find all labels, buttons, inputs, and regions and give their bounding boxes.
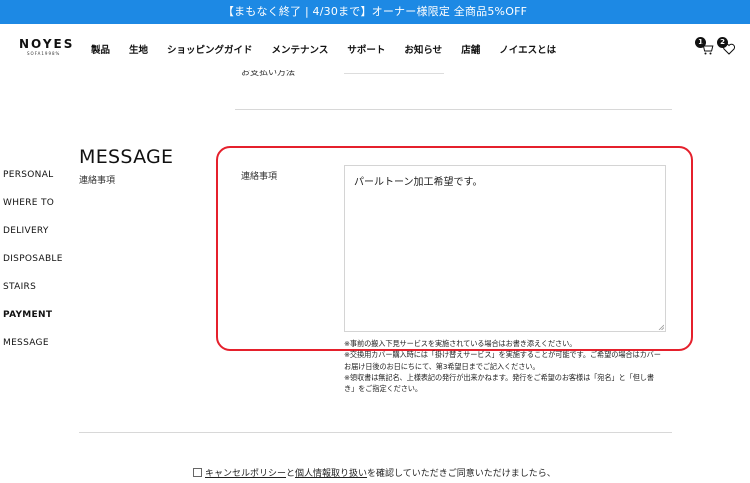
privacy-policy-link[interactable]: 個人情報取り扱い xyxy=(295,469,367,479)
highlight-box xyxy=(216,146,693,351)
consent-row: キャンセルポリシーと個人情報取り扱いを確認していただきご同意いただけましたら、 xyxy=(193,466,556,479)
step-message[interactable]: MESSAGE xyxy=(3,338,49,348)
nav-item-support[interactable]: サポート xyxy=(347,42,385,56)
step-where-to[interactable]: WHERE TO xyxy=(3,198,54,208)
logo-subtext: SOFA1998% xyxy=(27,51,61,56)
note-line: ※領収書は無記名、上様表記の発行が出来かねます。発行をご希望のお客様は「宛名」と… xyxy=(344,372,654,382)
section-divider xyxy=(235,109,672,110)
nav-item-news[interactable]: お知らせ xyxy=(404,42,442,56)
promo-banner[interactable]: 【まもなく終了 | 4/30まで】オーナー様限定 全商品5%OFF xyxy=(0,0,750,24)
section-title: MESSAGE xyxy=(79,146,174,168)
step-payment[interactable]: PAYMENT xyxy=(3,310,52,320)
cancel-policy-link[interactable]: キャンセルポリシー xyxy=(205,469,286,479)
step-disposable[interactable]: DISPOSABLE xyxy=(3,254,63,264)
nav-item-about[interactable]: ノイエスとは xyxy=(499,42,556,56)
nav-item-products[interactable]: 製品 xyxy=(91,42,110,56)
note-line: き」をご指定ください。 xyxy=(344,384,422,394)
logo[interactable]: NOYES SOFA1998% xyxy=(19,37,75,57)
step-personal[interactable]: PERSONAL xyxy=(3,170,53,180)
section-subtitle: 連絡事項 xyxy=(79,176,116,186)
nav-item-maintenance[interactable]: メンテナンス xyxy=(272,42,329,56)
consent-conjunction: と xyxy=(286,469,296,479)
cart-icon[interactable] xyxy=(700,42,714,56)
nav-item-fabric[interactable]: 生地 xyxy=(129,42,148,56)
note-line: お届け日後のお日にちにて、第3希望日までご記入ください。 xyxy=(344,361,540,371)
message-notes: ※事前の搬入下見サービスを実施されている場合はお書き添えください。 ※交換用カバ… xyxy=(344,338,674,394)
consent-text: キャンセルポリシーと個人情報取り扱いを確認していただきご同意いただけましたら、 xyxy=(205,466,556,479)
consent-rest-text: を確認していただきご同意いただけましたら、 xyxy=(367,469,556,479)
payment-method-label: お支払い方法 xyxy=(241,70,296,78)
site-header: NOYES SOFA1998% 製品 生地 ショッピングガイド メンテナンス サ… xyxy=(0,24,750,70)
nav-item-stores[interactable]: 店舗 xyxy=(461,42,480,56)
payment-field-edge xyxy=(344,73,444,74)
form-divider xyxy=(79,432,672,433)
step-stairs[interactable]: STAIRS xyxy=(3,282,36,292)
main-nav: 製品 生地 ショッピングガイド メンテナンス サポート お知らせ 店舗 ノイエス… xyxy=(91,42,575,56)
consent-checkbox[interactable] xyxy=(193,468,202,477)
note-line: ※事前の搬入下見サービスを実施されている場合はお書き添えください。 xyxy=(344,339,577,348)
step-delivery[interactable]: DELIVERY xyxy=(3,226,49,236)
note-line: ※交換用カバー購入時には「掛け替えサービス」を実施することが可能です。ご希望の場… xyxy=(344,350,661,360)
heart-icon[interactable] xyxy=(722,42,736,56)
logo-text: NOYES xyxy=(19,37,75,51)
nav-item-shopping-guide[interactable]: ショッピングガイド xyxy=(167,42,253,56)
